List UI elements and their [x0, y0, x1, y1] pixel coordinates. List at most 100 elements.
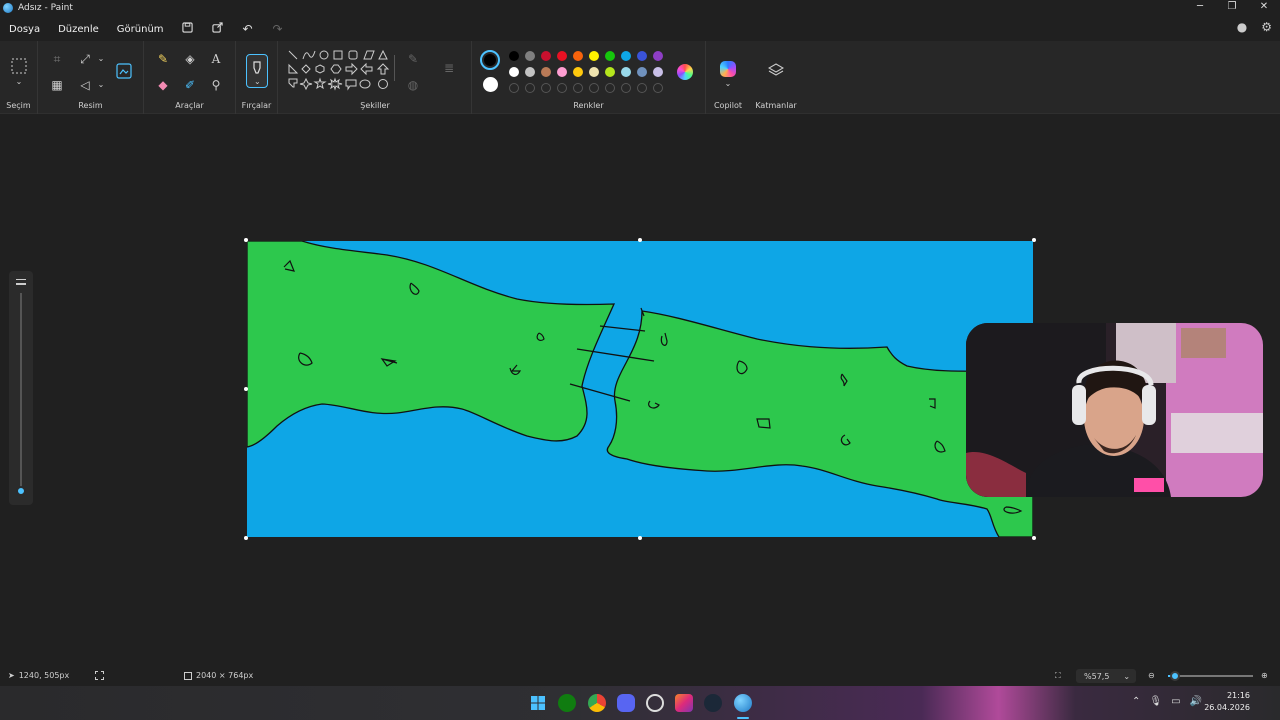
palette-color-swatch[interactable] [541, 67, 551, 77]
close-button[interactable]: ✕ [1248, 0, 1280, 16]
shape-size-icon[interactable]: ≣ [440, 59, 458, 77]
volume-icon[interactable]: 🔊 [1190, 696, 1202, 707]
minimize-button[interactable]: ─ [1184, 0, 1216, 16]
undo-icon[interactable]: ↶ [233, 22, 263, 36]
menu-file[interactable]: Dosya [0, 24, 49, 35]
tray-overflow-icon[interactable]: ⌃ [1132, 696, 1140, 707]
eraser-icon[interactable]: ◆ [154, 76, 172, 94]
palette-color-swatch[interactable] [589, 51, 599, 61]
xbox-icon[interactable] [558, 694, 576, 712]
layers-icon[interactable] [767, 62, 785, 80]
selection-label: Seçim [6, 101, 31, 110]
restore-button[interactable]: ❐ [1216, 0, 1248, 16]
palette-color-swatch[interactable] [525, 67, 535, 77]
palette-color-swatch[interactable] [653, 67, 663, 77]
brush-selector[interactable]: ⌄ [246, 54, 268, 88]
layers-group: Katmanlar [750, 41, 802, 114]
clock[interactable]: 21:16 26.04.2026 [1204, 690, 1250, 714]
zoom-out-icon[interactable]: ⊖ [1148, 671, 1155, 680]
palette-color-swatch[interactable] [621, 67, 631, 77]
shapes-scrollbar[interactable] [394, 55, 395, 81]
instagram-icon[interactable] [675, 694, 693, 712]
zoom-slider-knob[interactable] [1169, 671, 1180, 681]
palette-color-swatch[interactable] [573, 67, 583, 77]
steam-icon[interactable] [704, 694, 722, 712]
text-tool-icon[interactable]: A [207, 50, 225, 68]
shapes-gallery[interactable] [288, 49, 398, 99]
settings-gear-icon[interactable]: ⚙ [1261, 20, 1272, 34]
fill-bucket-icon[interactable]: ◈ [181, 50, 199, 68]
zoom-level-dropdown[interactable]: %57,5 ⌄ [1076, 669, 1136, 683]
custom-color-slot[interactable] [653, 83, 663, 93]
palette-color-swatch[interactable] [541, 51, 551, 61]
resize-handle-top-left[interactable] [244, 238, 248, 242]
palette-color-swatch[interactable] [509, 67, 519, 77]
palette-color-swatch[interactable] [557, 51, 567, 61]
share-icon[interactable] [203, 22, 233, 36]
slider-knob[interactable] [16, 486, 26, 496]
palette-color-swatch[interactable] [621, 51, 631, 61]
image-generator-icon[interactable] [115, 63, 133, 81]
windows-start-icon[interactable] [529, 694, 547, 712]
palette-color-swatch[interactable] [525, 51, 535, 61]
edit-colors-icon[interactable] [677, 64, 693, 80]
pencil-icon[interactable]: ✎ [154, 50, 172, 68]
palette-color-swatch[interactable] [637, 67, 647, 77]
color-1-selector[interactable] [480, 50, 500, 70]
resize-dropdown-icon[interactable]: ⌄ [92, 50, 110, 68]
zoom-slider-track[interactable] [1168, 675, 1253, 677]
zoom-dropdown-icon: ⌄ [1123, 671, 1131, 681]
custom-color-slot[interactable] [525, 83, 535, 93]
magnifier-icon[interactable]: ⚲ [207, 76, 225, 94]
resize-handle-top-right[interactable] [1032, 238, 1036, 242]
obs-icon[interactable] [646, 694, 664, 712]
resize-handle-top[interactable] [638, 238, 642, 242]
selection-dropdown-icon[interactable]: ⌄ [10, 73, 28, 91]
resize-handle-left[interactable] [244, 387, 248, 391]
discord-icon[interactable] [617, 694, 635, 712]
menu-edit[interactable]: Düzenle [49, 24, 108, 35]
palette-color-swatch[interactable] [557, 67, 567, 77]
rotate-dropdown-icon[interactable]: ⌄ [92, 76, 110, 94]
fit-to-window-icon[interactable]: ⛶ [1055, 671, 1061, 681]
colors-label: Renkler [573, 101, 604, 110]
paint-taskbar-icon[interactable] [734, 694, 752, 712]
custom-color-slot[interactable] [589, 83, 599, 93]
copilot-dropdown-icon[interactable]: ⌄ [719, 75, 737, 93]
redo-icon[interactable]: ↷ [263, 22, 293, 36]
brushes-group: ⌄ Fırçalar [236, 41, 278, 114]
palette-color-swatch[interactable] [653, 51, 663, 61]
palette-color-swatch[interactable] [573, 51, 583, 61]
outline-icon[interactable]: ✎ [404, 50, 422, 68]
color-picker-icon[interactable]: ✐ [181, 76, 199, 94]
resize-handle-bottom[interactable] [638, 536, 642, 540]
drawing-canvas[interactable] [247, 241, 1033, 537]
map-drawing [247, 241, 1033, 537]
menu-view[interactable]: Görünüm [108, 24, 173, 35]
custom-color-slot[interactable] [509, 83, 519, 93]
palette-color-swatch[interactable] [589, 67, 599, 77]
custom-color-slot[interactable] [621, 83, 631, 93]
brush-size-slider[interactable] [9, 271, 33, 505]
palette-color-swatch[interactable] [605, 67, 615, 77]
zoom-in-icon[interactable]: ⊕ [1261, 671, 1268, 680]
palette-color-swatch[interactable] [605, 51, 615, 61]
chrome-icon[interactable] [588, 694, 606, 712]
select-all-icon[interactable]: ▦ [48, 76, 66, 94]
account-icon[interactable]: ● [1237, 20, 1247, 34]
custom-color-slot[interactable] [637, 83, 647, 93]
resize-handle-bottom-left[interactable] [244, 536, 248, 540]
custom-color-slot[interactable] [573, 83, 583, 93]
custom-color-slot[interactable] [605, 83, 615, 93]
custom-color-slot[interactable] [541, 83, 551, 93]
color-2-swatch[interactable] [483, 77, 498, 92]
network-icon[interactable]: ▭ [1171, 696, 1180, 707]
save-icon[interactable] [173, 22, 203, 36]
microphone-icon[interactable]: 🎙 [1149, 696, 1162, 707]
resize-handle-bottom-right[interactable] [1032, 536, 1036, 540]
palette-color-swatch[interactable] [509, 51, 519, 61]
fill-icon[interactable]: ◍ [404, 76, 422, 94]
palette-color-swatch[interactable] [637, 51, 647, 61]
custom-color-slot[interactable] [557, 83, 567, 93]
crop-icon[interactable]: ⌗ [48, 50, 66, 68]
